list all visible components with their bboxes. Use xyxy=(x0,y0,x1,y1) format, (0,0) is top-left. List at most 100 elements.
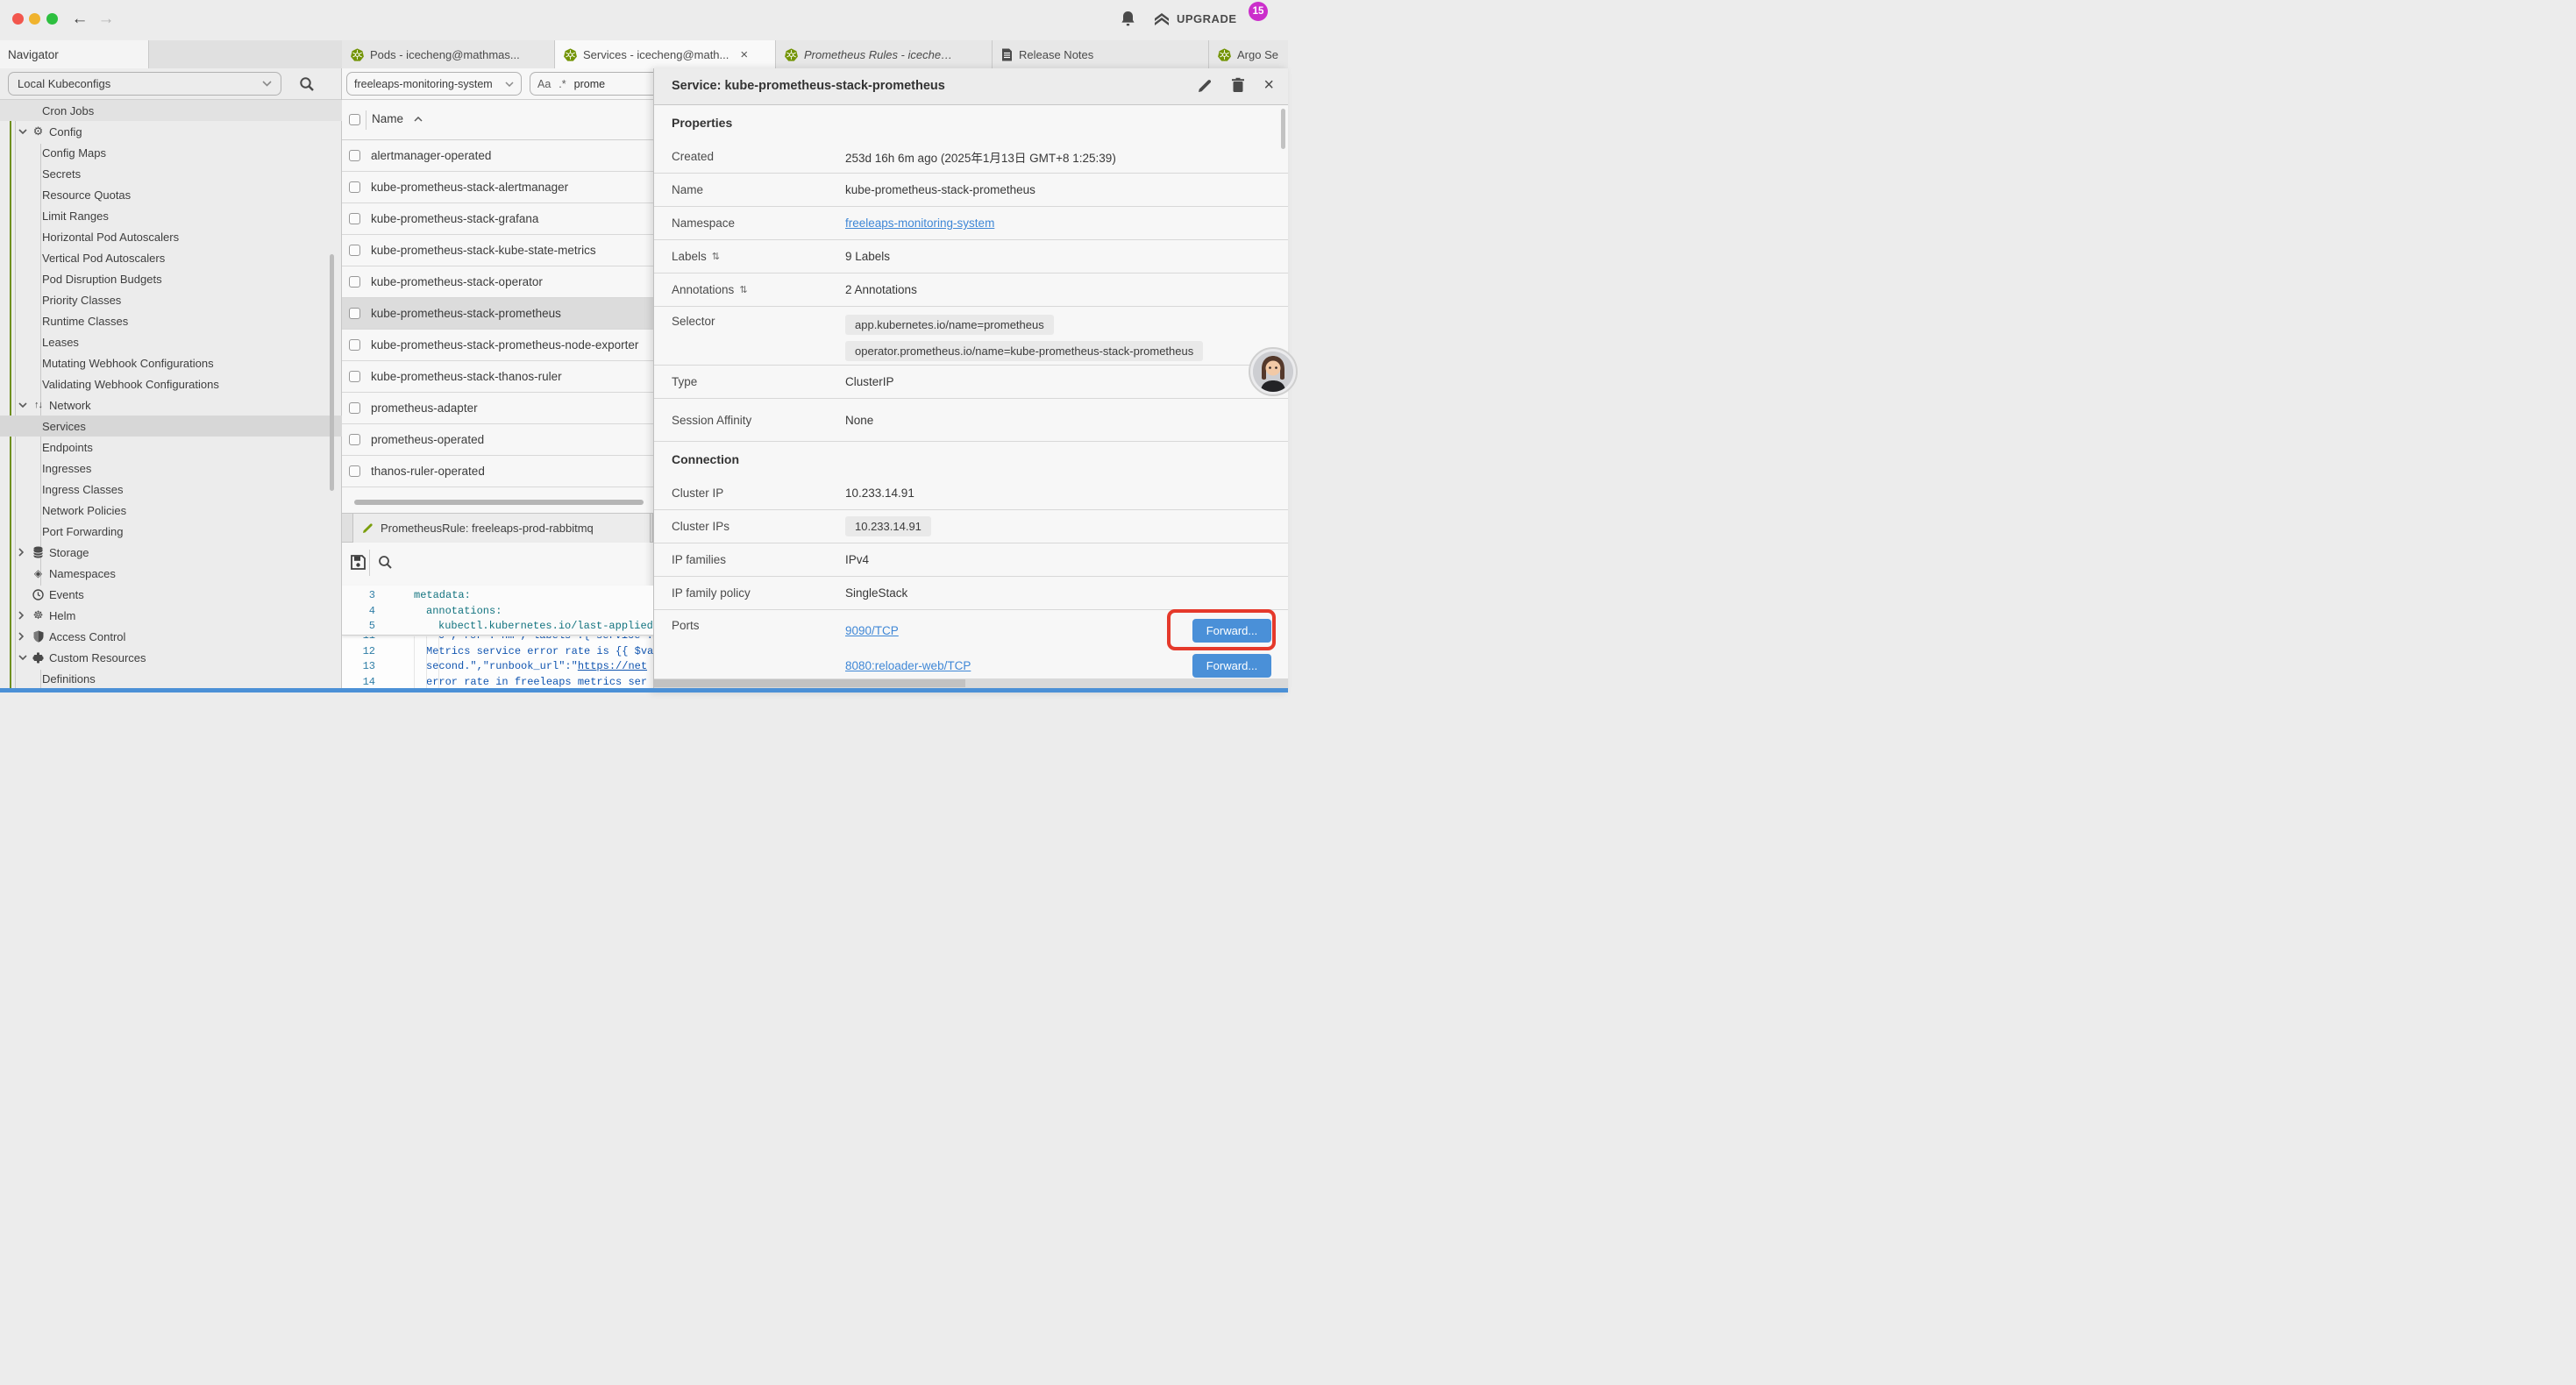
port-link-8080-reloader-web-tcp[interactable]: 8080:reloader-web/TCP xyxy=(845,659,971,672)
table-row-kube-prometheus-stack-operator[interactable]: kube-prometheus-stack-operator xyxy=(342,266,653,298)
table-row-kube-prometheus-stack-thanos-ruler[interactable]: kube-prometheus-stack-thanos-ruler xyxy=(342,361,653,393)
sidebar-item-access-control[interactable]: Access Control xyxy=(0,626,342,647)
row-checkbox[interactable] xyxy=(349,276,360,288)
yaml-editor[interactable]: 3metadata:4annotations:5kubectl.kubernet… xyxy=(342,586,653,692)
close-tab-icon[interactable]: × xyxy=(740,47,748,62)
tab-services-icecheng-math[interactable]: Services - icecheng@math...× xyxy=(555,40,776,68)
row-checkbox[interactable] xyxy=(349,213,360,224)
name-column-header[interactable]: Name xyxy=(372,112,403,125)
sidebar-scrollbar[interactable] xyxy=(330,254,334,491)
table-row-prometheus-adapter[interactable]: prometheus-adapter xyxy=(342,393,653,424)
table-row-kube-prometheus-stack-grafana[interactable]: kube-prometheus-stack-grafana xyxy=(342,203,653,235)
sidebar-item-mutating-webhook-configurations[interactable]: Mutating Webhook Configurations xyxy=(0,352,342,373)
row-checkbox[interactable] xyxy=(349,181,360,193)
chevron-down-icon[interactable] xyxy=(18,129,28,134)
chevron-down-icon[interactable] xyxy=(18,655,28,660)
sidebar-item-network-policies[interactable]: Network Policies xyxy=(0,500,342,521)
sort-asc-icon[interactable] xyxy=(414,117,423,122)
sidebar-item-runtime-classes[interactable]: Runtime Classes xyxy=(0,310,342,331)
zoom-window-button[interactable] xyxy=(46,13,58,25)
editor-search-icon[interactable] xyxy=(378,555,393,570)
search-input[interactable]: Aa .* prome xyxy=(530,72,653,96)
tab-argo-se[interactable]: Argo Se xyxy=(1209,40,1288,68)
notification-count-badge[interactable]: 15 xyxy=(1249,2,1268,21)
minimize-window-button[interactable] xyxy=(29,13,40,25)
row-checkbox[interactable] xyxy=(349,308,360,319)
table-row-kube-prometheus-stack-prometheus-node-exporter[interactable]: kube-prometheus-stack-prometheus-node-ex… xyxy=(342,330,653,361)
sidebar-item-horizontal-pod-autoscalers[interactable]: Horizontal Pod Autoscalers xyxy=(0,226,342,247)
sidebar-item-events[interactable]: Events xyxy=(0,584,342,605)
row-value-link[interactable]: freeleaps-monitoring-system xyxy=(845,217,994,230)
upgrade-button[interactable]: UPGRADE xyxy=(1153,11,1237,26)
select-all-checkbox[interactable] xyxy=(349,114,360,125)
table-row-prometheus-operated[interactable]: prometheus-operated xyxy=(342,424,653,456)
save-icon[interactable] xyxy=(350,554,366,571)
row-checkbox[interactable] xyxy=(349,465,360,477)
sidebar-item-pod-disruption-budgets[interactable]: Pod Disruption Budgets xyxy=(0,268,342,289)
horizontal-scrollbar[interactable] xyxy=(354,500,644,505)
sidebar-item-network[interactable]: ↑↓Network xyxy=(0,394,342,416)
row-checkbox[interactable] xyxy=(349,402,360,414)
back-button[interactable]: ← xyxy=(68,8,91,31)
close-window-button[interactable] xyxy=(12,13,24,25)
sidebar-item-port-forwarding[interactable]: Port Forwarding xyxy=(0,521,342,542)
user-avatar[interactable] xyxy=(1249,347,1298,396)
tab-pods-icecheng-mathmas[interactable]: Pods - icecheng@mathmas... xyxy=(342,40,555,68)
sidebar-item-leases[interactable]: Leases xyxy=(0,331,342,352)
row-checkbox[interactable] xyxy=(349,434,360,445)
chevron-right-icon[interactable] xyxy=(18,611,28,620)
sidebar-item-custom-resources[interactable]: Custom Resources xyxy=(0,647,342,668)
sidebar-item-helm[interactable]: ☸Helm xyxy=(0,605,342,626)
edit-icon[interactable] xyxy=(1198,78,1213,93)
detail-vertical-scrollbar[interactable] xyxy=(1281,109,1285,149)
tab-prometheus-rules-icecheng[interactable]: Prometheus Rules - icecheng... xyxy=(776,40,993,68)
sidebar-item-priority-classes[interactable]: Priority Classes xyxy=(0,289,342,310)
editor-tab-prometheusrule[interactable]: PrometheusRule: freeleaps-prod-rabbitmq xyxy=(352,514,651,543)
sidebar-item-endpoints[interactable]: Endpoints xyxy=(0,437,342,458)
sidebar-item-config[interactable]: ⚙Config xyxy=(0,121,342,142)
sidebar-item-resource-quotas[interactable]: Resource Quotas xyxy=(0,184,342,205)
chevron-down-icon[interactable] xyxy=(18,402,28,408)
tab-navigator[interactable]: Navigator xyxy=(0,40,149,68)
chevron-right-icon[interactable] xyxy=(18,632,28,641)
table-row-thanos-ruler-operated[interactable]: thanos-ruler-operated xyxy=(342,456,653,487)
match-case-toggle[interactable]: Aa xyxy=(537,78,551,90)
sort-arrows-icon[interactable]: ⇅ xyxy=(712,251,718,262)
regex-toggle[interactable]: .* xyxy=(559,78,566,90)
delete-icon[interactable] xyxy=(1231,77,1245,93)
sidebar-item-definitions[interactable]: Definitions xyxy=(0,668,342,689)
sidebar-item-label: Services xyxy=(42,420,86,433)
sidebar-item-services[interactable]: Services xyxy=(0,416,342,437)
sidebar-item-cron-jobs[interactable]: Cron Jobs xyxy=(0,100,342,121)
detail-horizontal-scrollbar[interactable] xyxy=(654,678,1288,688)
sidebar-item-secrets[interactable]: Secrets xyxy=(0,163,342,184)
services-list-panel: freeleaps-monitoring-system Aa .* prome … xyxy=(342,68,653,692)
sidebar-item-validating-webhook-configurations[interactable]: Validating Webhook Configurations xyxy=(0,373,342,394)
kubeconfig-selector[interactable]: Local Kubeconfigs xyxy=(8,72,281,96)
table-row-kube-prometheus-stack-kube-state-metrics[interactable]: kube-prometheus-stack-kube-state-metrics xyxy=(342,235,653,266)
sort-arrows-icon[interactable]: ⇅ xyxy=(739,284,745,295)
sidebar-item-namespaces[interactable]: ◈Namespaces xyxy=(0,563,342,584)
namespace-selector[interactable]: freeleaps-monitoring-system xyxy=(346,72,522,96)
sidebar-item-config-maps[interactable]: Config Maps xyxy=(0,142,342,163)
row-checkbox[interactable] xyxy=(349,150,360,161)
sidebar-item-vertical-pod-autoscalers[interactable]: Vertical Pod Autoscalers xyxy=(0,247,342,268)
sidebar-search-icon[interactable] xyxy=(299,76,315,92)
table-row-alertmanager-operated[interactable]: alertmanager-operated xyxy=(342,140,653,172)
row-checkbox[interactable] xyxy=(349,371,360,382)
table-row-kube-prometheus-stack-alertmanager[interactable]: kube-prometheus-stack-alertmanager xyxy=(342,172,653,203)
sidebar-item-limit-ranges[interactable]: Limit Ranges xyxy=(0,205,342,226)
tab-release-notes[interactable]: Release Notes xyxy=(993,40,1209,68)
sidebar-item-ingress-classes[interactable]: Ingress Classes xyxy=(0,479,342,500)
sidebar-item-ingresses[interactable]: Ingresses xyxy=(0,458,342,479)
row-checkbox[interactable] xyxy=(349,245,360,256)
close-icon[interactable]: × xyxy=(1263,78,1274,93)
forward-button[interactable]: → xyxy=(95,8,117,31)
notifications-bell-icon[interactable] xyxy=(1121,11,1135,27)
row-checkbox[interactable] xyxy=(349,339,360,351)
table-row-kube-prometheus-stack-prometheus[interactable]: kube-prometheus-stack-prometheus xyxy=(342,298,653,330)
chevron-right-icon[interactable] xyxy=(18,548,28,557)
sidebar-item-storage[interactable]: Storage xyxy=(0,542,342,563)
port-link-9090-tcp[interactable]: 9090/TCP xyxy=(845,624,899,637)
forward-button[interactable]: Forward... xyxy=(1192,654,1271,678)
